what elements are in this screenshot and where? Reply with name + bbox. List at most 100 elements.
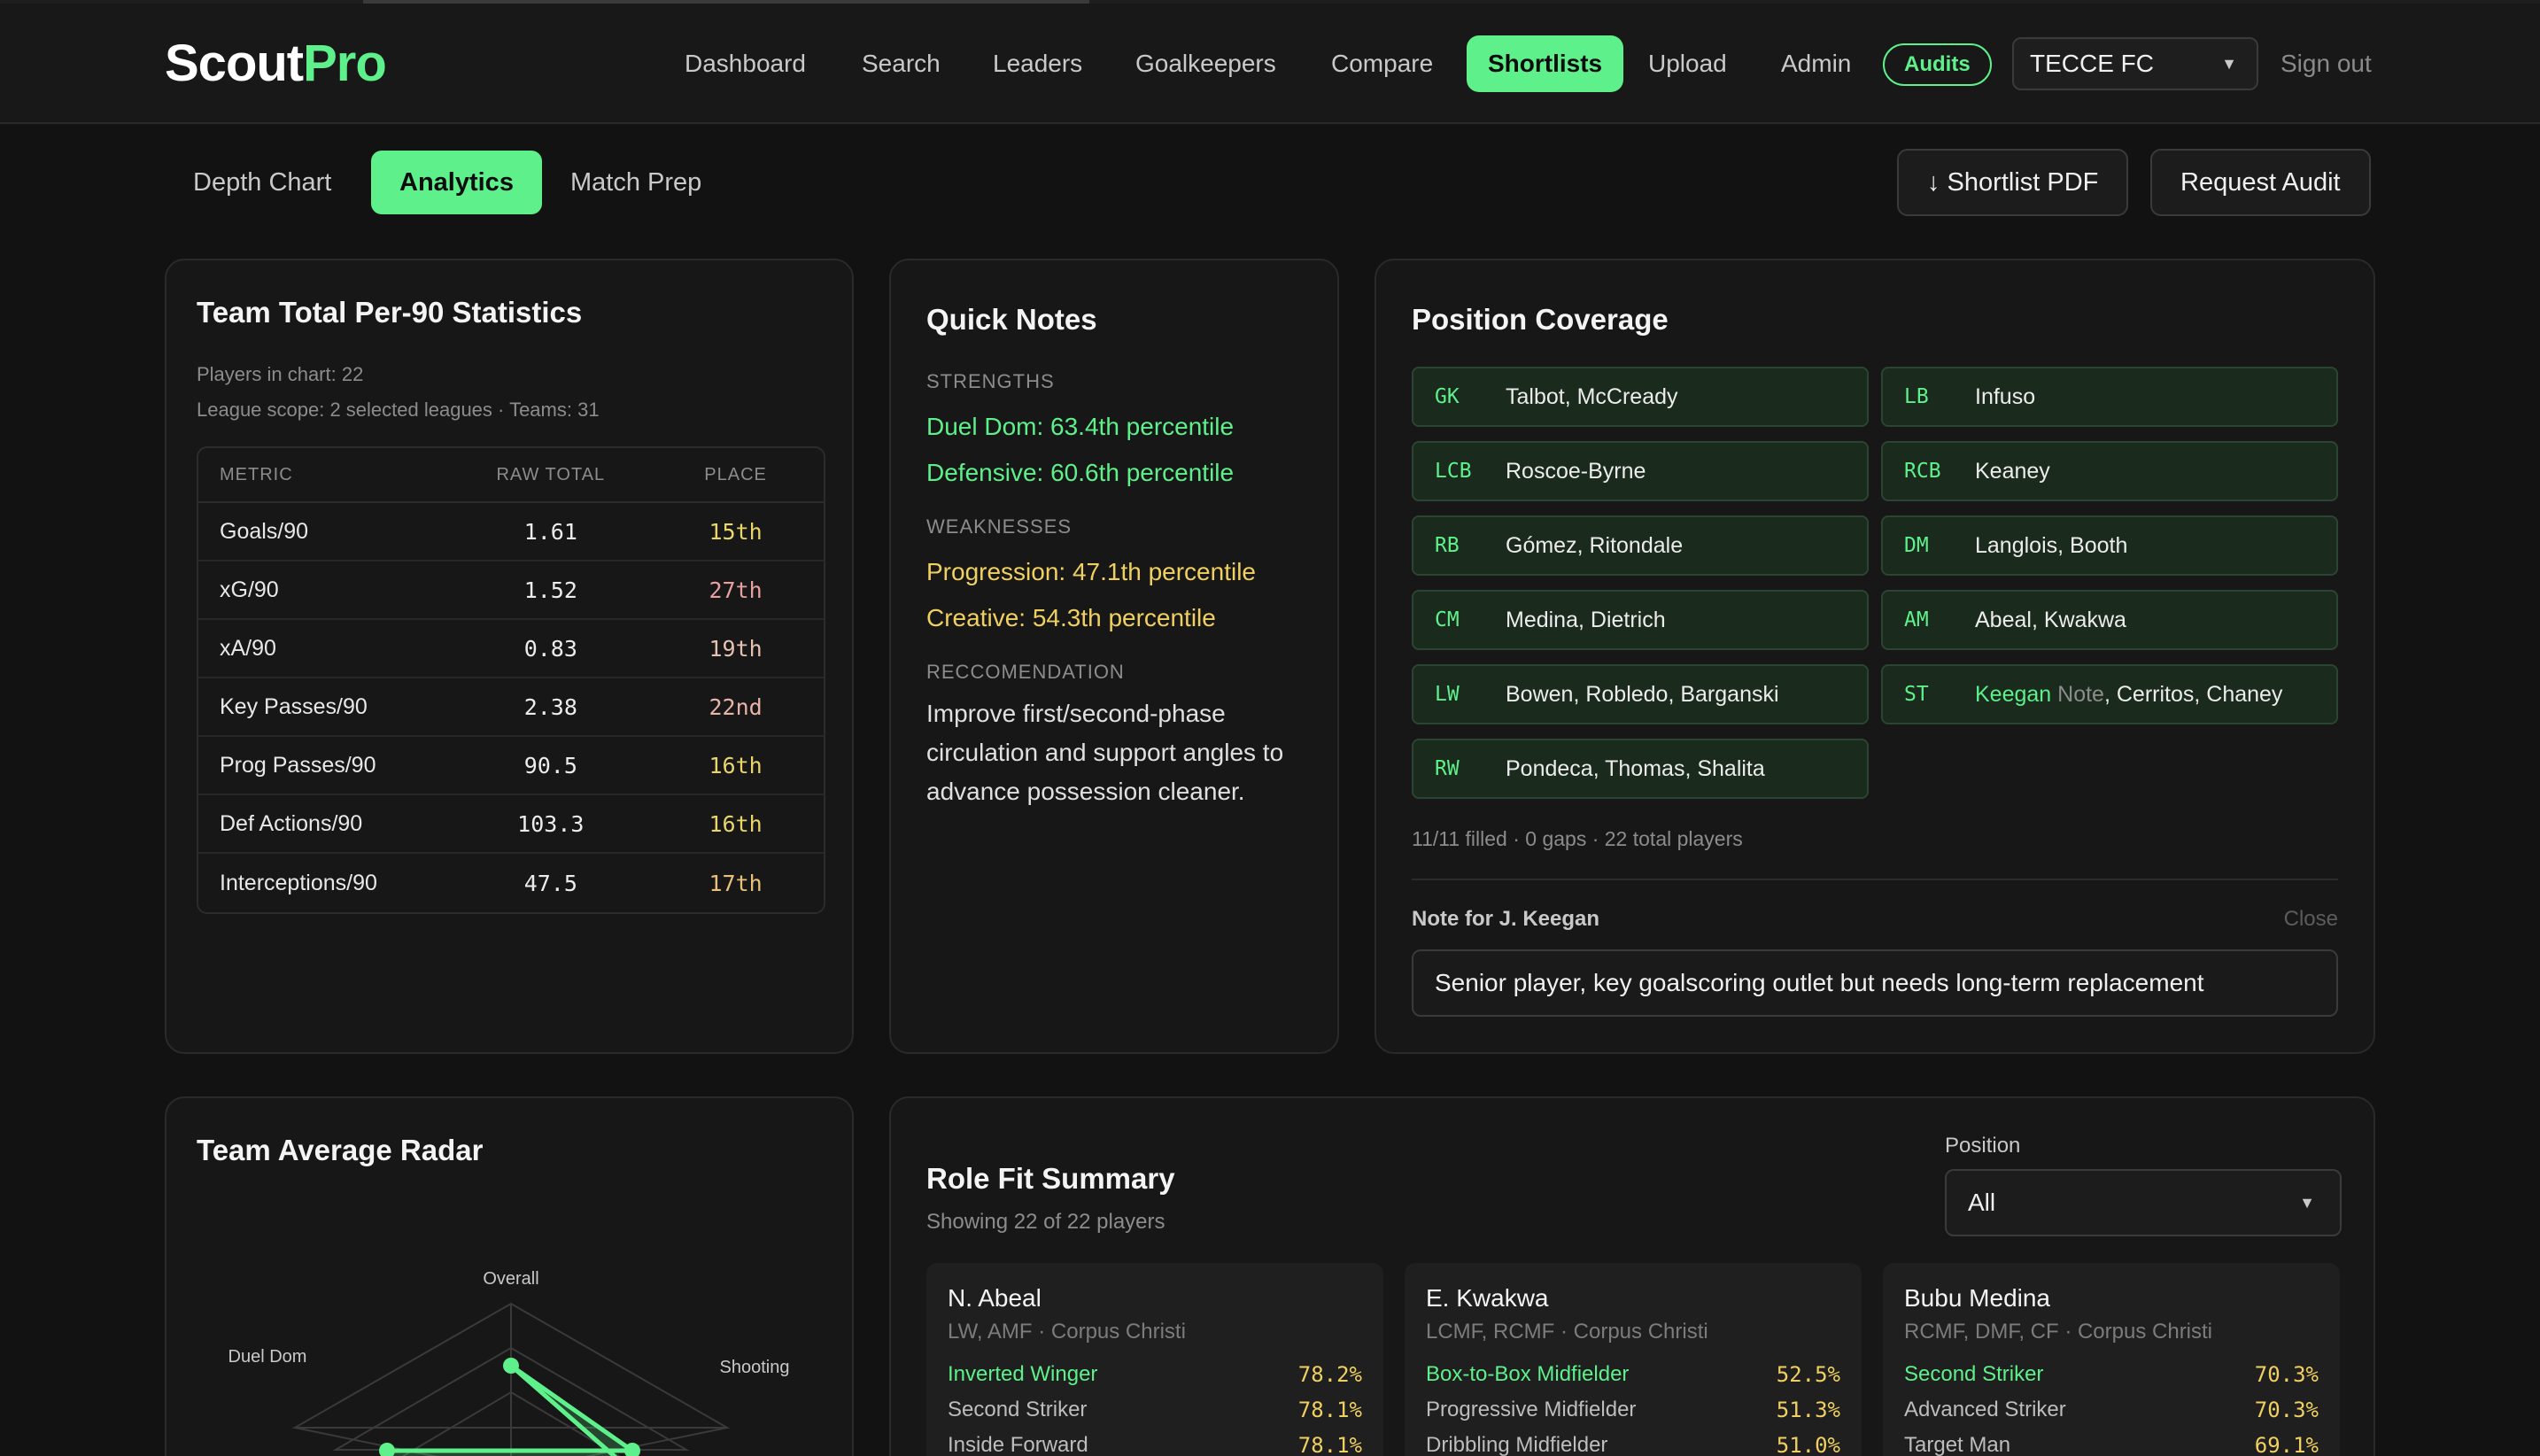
position-players: Medina, Dietrich [1506, 608, 1666, 632]
role-row: Dribbling Midfielder 51.0% [1426, 1433, 1840, 1456]
coverage-gk[interactable]: GK Talbot, McCready [1412, 367, 1869, 427]
position-players: Infuso [1975, 384, 2036, 409]
coverage-st[interactable]: ST Keegan Note, Cerritos, Chaney [1881, 664, 2338, 724]
position-filter-value: All [1968, 1189, 1996, 1216]
player-name: E. Kwakwa [1426, 1284, 1549, 1312]
row-place: 16th [709, 752, 763, 778]
role-fit-title: Role Fit Summary [926, 1162, 1175, 1195]
row-raw: 1.52 [523, 577, 577, 603]
position-code: RCB [1904, 460, 1941, 483]
team-select[interactable]: TECCE FC ▼ [2012, 37, 2258, 90]
coverage-am[interactable]: AM Abeal, Kwakwa [1881, 590, 2338, 650]
coverage-lw[interactable]: LW Bowen, Robledo, Barganski [1412, 664, 1869, 724]
strength-item: Defensive: 60.6th percentile [926, 459, 1235, 486]
coverage-rb[interactable]: RB Gómez, Ritondale [1412, 515, 1869, 576]
coverage-lcb[interactable]: LCB Roscoe-Byrne [1412, 441, 1869, 501]
player-card[interactable]: E. Kwakwa LCMF, RCMF · Corpus Christi Bo… [1405, 1263, 1862, 1456]
players-in-chart: Players in chart: 22 [197, 363, 364, 385]
sign-out-link[interactable]: Sign out [2281, 35, 2372, 92]
position-filter-label: Position [1945, 1134, 2021, 1158]
role-value: 70.3% [2254, 1398, 2319, 1422]
radar-axis-label: Overall [483, 1269, 538, 1289]
stats-title: Team Total Per-90 Statistics [197, 296, 583, 329]
player-keegan-link[interactable]: Keegan [1975, 682, 2051, 707]
tab-match-prep[interactable]: Match Prep [570, 151, 701, 214]
position-code: LCB [1435, 460, 1472, 483]
table-row: Goals/90 1.61 15th [198, 503, 824, 561]
coverage-cm[interactable]: CM Medina, Dietrich [1412, 590, 1869, 650]
coverage-rw[interactable]: RW Pondeca, Thomas, Shalita [1412, 739, 1869, 799]
position-code: AM [1904, 608, 1929, 631]
league-scope: League scope: 2 selected leagues · Teams… [197, 399, 600, 421]
role-row: Progressive Midfielder 51.3% [1426, 1398, 1840, 1429]
position-players: Keegan Note, Cerritos, Chaney [1975, 666, 2282, 723]
position-code: RB [1435, 534, 1460, 557]
radar-point[interactable] [503, 1358, 519, 1374]
player-card[interactable]: Bubu Medina RCMF, DMF, CF · Corpus Chris… [1883, 1263, 2340, 1456]
coverage-lb[interactable]: LB Infuso [1881, 367, 2338, 427]
position-filter-select[interactable]: All ▼ [1945, 1169, 2342, 1236]
nav-shortlists[interactable]: Shortlists [1467, 35, 1624, 92]
row-raw: 47.5 [523, 870, 577, 896]
coverage-rcb[interactable]: RCB Keaney [1881, 441, 2338, 501]
position-players: Abeal, Kwakwa [1975, 608, 2126, 632]
role-value: 70.3% [2254, 1362, 2319, 1387]
shortlist-pdf-button[interactable]: ↓ Shortlist PDF [1897, 149, 2129, 216]
role-row: Inverted Winger 78.2% [948, 1362, 1362, 1394]
row-place: 15th [709, 518, 763, 545]
position-code: ST [1904, 683, 1929, 706]
note-label: Note for J. Keegan [1412, 907, 1600, 931]
player-card[interactable]: N. Abeal LW, AMF · Corpus Christi Invert… [926, 1263, 1383, 1456]
nav-compare[interactable]: Compare [1331, 35, 1433, 92]
nav-goalkeepers[interactable]: Goalkeepers [1135, 35, 1276, 92]
nav-search[interactable]: Search [862, 35, 941, 92]
recommendation-text: Improve first/second-phase circulation a… [926, 700, 1284, 805]
radar-axis-label: Shooting [720, 1358, 790, 1377]
tab-analytics[interactable]: Analytics [371, 151, 542, 214]
stats-card: Team Total Per-90 Statistics Players in … [165, 259, 854, 1054]
team-select-value: TECCE FC [2030, 50, 2154, 77]
radar-area [384, 1363, 639, 1456]
role-name: Target Man [1904, 1433, 2011, 1456]
coverage-dm[interactable]: DM Langlois, Booth [1881, 515, 2338, 576]
role-value: 69.1% [2254, 1433, 2319, 1456]
row-metric: xA/90 [220, 635, 276, 661]
nav-leaders[interactable]: Leaders [993, 35, 1082, 92]
app-header: ScoutPro Dashboard Search Leaders Goalke… [0, 4, 2540, 124]
audits-button[interactable]: Audits [1883, 43, 1992, 86]
row-place: 22nd [709, 693, 763, 720]
role-value: 51.3% [1776, 1398, 1840, 1422]
player-note-input[interactable] [1412, 949, 2338, 1017]
quick-notes-card: Quick Notes STRENGTHS Duel Dom: 63.4th p… [889, 259, 1339, 1054]
position-players: Keaney [1975, 459, 2050, 484]
position-players: Langlois, Booth [1975, 533, 2128, 558]
main-nav: Dashboard Search Leaders Goalkeepers Com… [0, 35, 2540, 92]
table-row: Key Passes/90 2.38 22nd [198, 678, 824, 737]
quick-notes-title: Quick Notes [926, 303, 1097, 336]
note-close-button[interactable]: Close [2284, 907, 2338, 932]
chevron-down-icon: ▼ [2299, 1194, 2315, 1212]
table-header: METRIC RAW TOTAL PLACE [198, 448, 824, 503]
role-value: 78.1% [1297, 1433, 1362, 1456]
strengths-label: STRENGTHS [926, 370, 1055, 392]
role-row: Target Man 69.1% [1904, 1433, 2319, 1456]
role-name: Second Striker [948, 1398, 1088, 1421]
nav-dashboard[interactable]: Dashboard [685, 35, 806, 92]
request-audit-button[interactable]: Request Audit [2150, 149, 2371, 216]
role-value: 51.0% [1776, 1433, 1840, 1456]
position-code: LB [1904, 385, 1929, 408]
tab-depth-chart[interactable]: Depth Chart [193, 151, 331, 214]
coverage-summary: 11/11 filled · 0 gaps · 22 total players [1412, 827, 1743, 850]
other-players: , Cerritos, Chaney [2103, 682, 2283, 707]
table-row: Def Actions/90 103.3 16th [198, 795, 824, 854]
nav-upload[interactable]: Upload [1648, 35, 1727, 92]
table-row: xA/90 0.83 19th [198, 620, 824, 678]
player-positions-club: LCMF, RCMF · Corpus Christi [1426, 1320, 1708, 1344]
nav-admin[interactable]: Admin [1781, 35, 1851, 92]
row-raw: 2.38 [523, 693, 577, 720]
note-indicator[interactable]: Note [2057, 682, 2104, 707]
recommendation-label: RECCOMENDATION [926, 661, 1125, 683]
position-coverage-card: Position Coverage GK Talbot, McCready LB I… [1375, 259, 2375, 1054]
row-place: 19th [709, 635, 763, 662]
row-metric: Prog Passes/90 [220, 752, 376, 778]
